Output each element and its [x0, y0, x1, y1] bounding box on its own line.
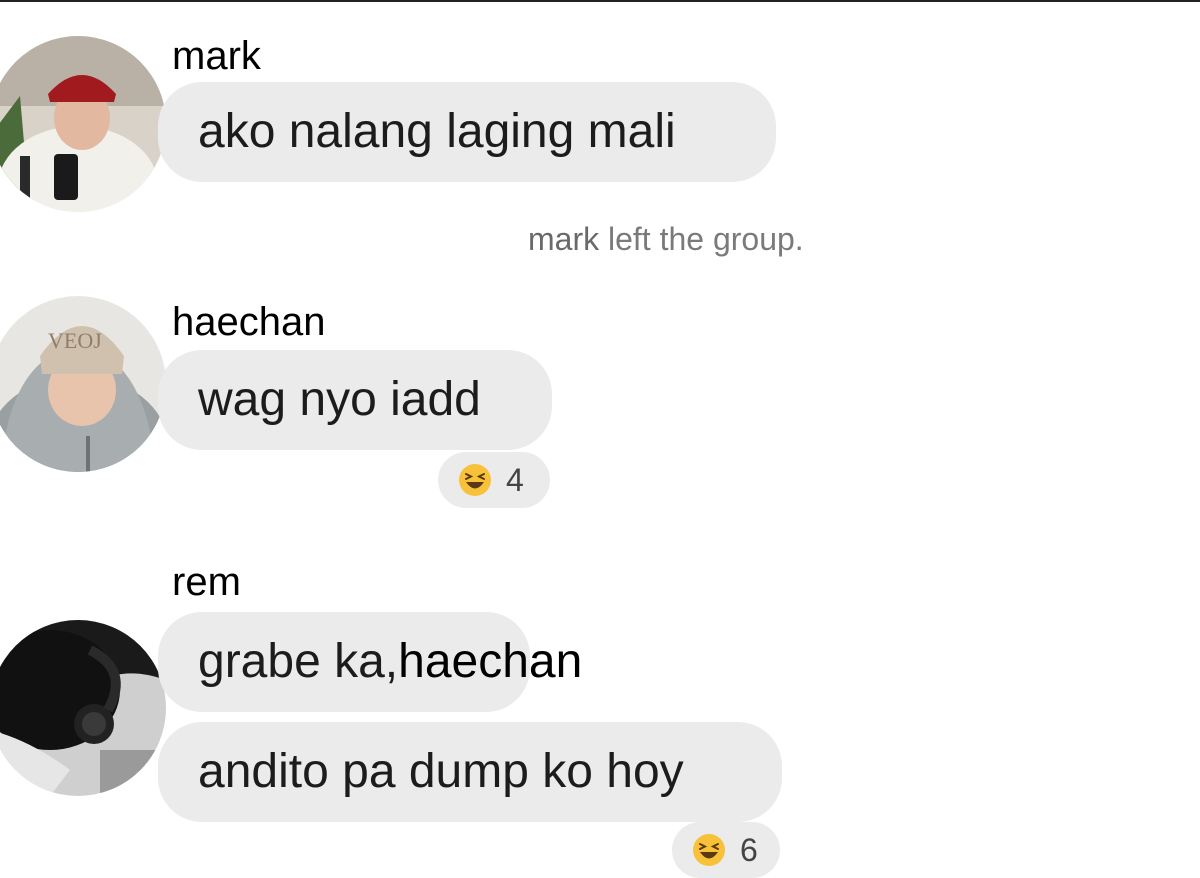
reaction-badge[interactable]: 4 [438, 452, 550, 508]
svg-text:VEOJ: VEOJ [48, 328, 102, 353]
sender-name: rem [172, 560, 241, 604]
message-text-part: grabe ka, [198, 635, 399, 688]
avatar-rem[interactable] [0, 620, 166, 796]
haechan-avatar-photo: VEOJ [0, 296, 166, 472]
system-message-user: mark [528, 221, 600, 257]
reaction-count: 6 [740, 832, 758, 868]
message-text: grabe ka,haechan [198, 638, 582, 686]
laughing-face-icon [693, 834, 725, 866]
sender-name: haechan [172, 300, 326, 344]
reaction-badge[interactable]: 6 [672, 822, 780, 878]
reaction-count: 4 [506, 462, 524, 498]
message-text: ako nalang laging mali [198, 105, 676, 158]
message-bubble[interactable]: grabe ka,haechan [158, 612, 582, 712]
message-bubble[interactable]: wag nyo iadd [158, 350, 552, 450]
message-text: andito pa dump ko hoy [198, 745, 684, 798]
top-divider [0, 0, 1200, 2]
system-message: mark left the group. [528, 222, 804, 256]
laughing-face-icon [459, 464, 491, 496]
message-bubble[interactable]: ako nalang laging mali [158, 82, 776, 182]
sender-name: mark [172, 34, 261, 78]
avatar-haechan[interactable]: VEOJ [0, 296, 166, 472]
message-text: wag nyo iadd [198, 373, 481, 426]
avatar-mark[interactable] [0, 36, 166, 212]
message-bubble[interactable]: andito pa dump ko hoy [158, 722, 782, 822]
system-message-text: left the group. [608, 221, 804, 257]
mention-haechan[interactable]: haechan [398, 635, 582, 688]
mark-avatar-photo [0, 36, 166, 212]
rem-avatar-photo [0, 620, 166, 796]
